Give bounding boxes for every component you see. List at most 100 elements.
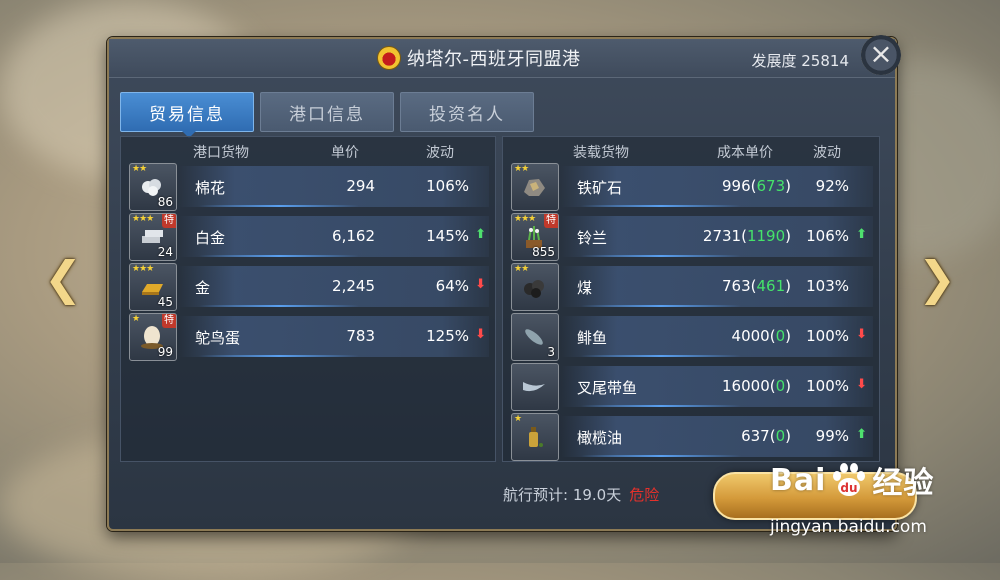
baidu-watermark: Bai du 经验 bbox=[770, 458, 934, 502]
fluctuation: 92% bbox=[815, 177, 849, 195]
unit-price: 294 bbox=[346, 177, 375, 195]
port-goods-list: 港口货物 单价 波动 ★★ 86 棉花 294 106% ★★★ 特 24 白金 6,162 145… bbox=[120, 136, 496, 462]
item-thumbnail[interactable]: ★★ bbox=[511, 163, 559, 211]
item-quantity: 99 bbox=[157, 345, 173, 359]
cost-value: 637 bbox=[741, 427, 770, 445]
fluctuation: 106% bbox=[806, 227, 849, 245]
next-port-arrow-icon[interactable]: ❯ bbox=[914, 251, 960, 305]
trend-down-icon: ⬇ bbox=[856, 327, 867, 342]
reference-price: 673 bbox=[756, 177, 786, 195]
specialty-badge: 特 bbox=[162, 314, 176, 328]
port-goods-row[interactable]: ★★★ 特 24 白金 6,162 145% ⬆ bbox=[121, 212, 495, 262]
cargo-row[interactable]: ★★★ 特 855 铃兰 2731(1190) 106% ⬆ bbox=[503, 212, 879, 262]
fluctuation: 100% bbox=[806, 377, 849, 395]
item-quantity: 86 bbox=[157, 195, 173, 209]
paren-close: ) bbox=[785, 277, 791, 295]
watermark-url: jingyan.baidu.com bbox=[770, 517, 927, 537]
rarity-stars-icon: ★★ bbox=[514, 164, 529, 174]
item-name: 煤 bbox=[577, 279, 593, 297]
item-thumbnail[interactable]: ★ bbox=[511, 413, 559, 461]
cargo-row[interactable]: ★★ 煤 763(461) 103% bbox=[503, 262, 879, 312]
rarity-stars-icon: ★★ bbox=[514, 264, 529, 274]
item-quantity: 3 bbox=[547, 345, 555, 359]
cargo-row[interactable]: 叉尾带鱼 16000(0) 100% ⬇ bbox=[503, 362, 879, 412]
item-quantity: 855 bbox=[532, 245, 555, 259]
item-name: 白金 bbox=[195, 229, 226, 247]
fluctuation: 106% bbox=[426, 177, 469, 195]
port-goods-header: 港口货物 bbox=[193, 145, 249, 161]
olive-oil-icon bbox=[521, 424, 547, 450]
cargo-goods-header: 装载货物 bbox=[573, 145, 629, 161]
item-thumbnail[interactable]: ★★ bbox=[511, 263, 559, 311]
trend-down-icon: ⬇ bbox=[475, 327, 486, 342]
danger-label: 危险 bbox=[629, 486, 660, 504]
tab-trade-info[interactable]: 贸易信息 bbox=[120, 92, 254, 132]
cargo-goods-list: 装载货物 成本单价 波动 ★★ 铁矿石 996(673) 92% ★★★ 特 855 铃兰 27… bbox=[502, 136, 880, 462]
unit-price-header: 单价 bbox=[331, 145, 359, 161]
cost-price: 4000(0) bbox=[732, 327, 791, 345]
previous-port-arrow-icon[interactable]: ❮ bbox=[40, 251, 86, 305]
item-thumbnail[interactable]: ★ 特 99 bbox=[129, 313, 177, 361]
fluctuation: 64% bbox=[435, 277, 469, 295]
port-goods-row[interactable]: ★★★ 45 金 2,245 64% ⬇ bbox=[121, 262, 495, 312]
item-name: 金 bbox=[195, 279, 211, 297]
paren-close: ) bbox=[785, 177, 791, 195]
development-value: 发展度 25814 bbox=[751, 52, 850, 70]
watermark-brand: Bai bbox=[770, 462, 827, 498]
cost-value: 4000 bbox=[731, 327, 770, 345]
cargo-row[interactable]: ★★ 铁矿石 996(673) 92% bbox=[503, 162, 879, 212]
item-thumbnail[interactable]: 3 bbox=[511, 313, 559, 361]
port-goods-row[interactable]: ★ 特 99 鸵鸟蛋 783 125% ⬇ bbox=[121, 312, 495, 362]
port-flag-icon bbox=[377, 46, 401, 70]
watermark-jingyan: 经验 bbox=[872, 466, 935, 501]
port-name: 纳塔尔-西班牙同盟港 bbox=[407, 49, 581, 70]
port-title: 纳塔尔-西班牙同盟港 bbox=[377, 45, 581, 71]
herring-icon bbox=[521, 324, 547, 350]
svg-text:du: du bbox=[841, 481, 858, 495]
cost-price: 763(461) bbox=[722, 277, 791, 295]
rarity-stars-icon: ★ bbox=[514, 414, 522, 424]
trend-up-icon: ⬆ bbox=[475, 227, 486, 242]
cargo-row[interactable]: ★ 橄榄油 637(0) 99% ⬆ bbox=[503, 412, 879, 462]
fluctuation-header: 波动 bbox=[426, 145, 454, 161]
item-name: 叉尾带鱼 bbox=[577, 379, 638, 397]
close-icon[interactable]: × bbox=[861, 35, 901, 75]
item-thumbnail[interactable] bbox=[511, 363, 559, 411]
tab-bar: 贸易信息 港口信息 投资名人 bbox=[120, 92, 534, 132]
voyage-estimate: 航行预计: 19.0天 危险 bbox=[503, 484, 659, 505]
cost-value: 996 bbox=[722, 177, 751, 195]
item-name: 鲱鱼 bbox=[577, 329, 608, 347]
port-goods-row[interactable]: ★★ 86 棉花 294 106% bbox=[121, 162, 495, 212]
item-thumbnail[interactable]: ★★ 86 bbox=[129, 163, 177, 211]
specialty-badge: 特 bbox=[162, 214, 176, 228]
cost-value: 16000 bbox=[722, 377, 770, 395]
hairtail-icon bbox=[521, 374, 547, 400]
iron-ore-icon bbox=[521, 174, 547, 200]
cargo-row[interactable]: 3 鲱鱼 4000(0) 100% ⬇ bbox=[503, 312, 879, 362]
item-name: 铁矿石 bbox=[577, 179, 623, 197]
cost-price: 637(0) bbox=[741, 427, 791, 445]
item-name: 棉花 bbox=[195, 179, 226, 197]
baidu-paw-icon: du bbox=[833, 463, 866, 496]
item-thumbnail[interactable]: ★★★ 特 855 bbox=[511, 213, 559, 261]
trend-up-icon: ⬆ bbox=[856, 227, 867, 242]
item-thumbnail[interactable]: ★★★ 特 24 bbox=[129, 213, 177, 261]
item-thumbnail[interactable]: ★★★ 45 bbox=[129, 263, 177, 311]
reference-price: 461 bbox=[756, 277, 786, 295]
reference-price: 0 bbox=[775, 327, 786, 345]
title-bar: 纳塔尔-西班牙同盟港 发展度 25814 × bbox=[109, 35, 901, 78]
cost-price: 16000(0) bbox=[722, 377, 791, 395]
cost-value: 2731 bbox=[702, 227, 742, 245]
trend-down-icon: ⬇ bbox=[856, 377, 867, 392]
fluctuation: 103% bbox=[806, 277, 849, 295]
specialty-badge: 特 bbox=[544, 214, 558, 228]
cost-price-header: 成本单价 bbox=[717, 145, 773, 161]
fluctuation: 100% bbox=[806, 327, 849, 345]
cost-price: 2731(1190) bbox=[703, 227, 791, 245]
cost-price: 996(673) bbox=[722, 177, 791, 195]
tab-investors[interactable]: 投资名人 bbox=[400, 92, 534, 132]
tab-port-info[interactable]: 港口信息 bbox=[260, 92, 394, 132]
fluctuation-header: 波动 bbox=[813, 145, 841, 161]
rarity-stars-icon: ★★★ bbox=[514, 214, 536, 224]
fluctuation: 99% bbox=[815, 427, 849, 445]
